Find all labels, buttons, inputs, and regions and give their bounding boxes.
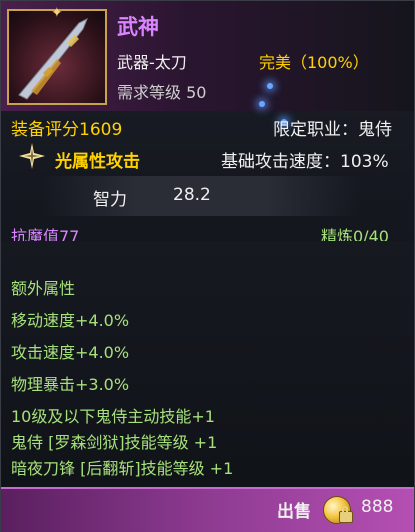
stat-name: 智力: [93, 190, 127, 210]
light-element-icon: [19, 143, 45, 169]
element-attack: 光属性攻击: [55, 152, 140, 172]
extra-attribute: 物理暴击+3.0%: [11, 375, 130, 394]
equip-score: 装备评分1609: [11, 120, 123, 140]
extra-attribute: 鬼侍 [罗森剑狱]技能等级 +1: [11, 433, 218, 452]
item-tooltip: ✦ 武神 武器-太刀 需求等级 50 完美（100%） 装备评分1609 限定职…: [0, 0, 415, 532]
item-name: 武神: [117, 15, 159, 39]
required-level: 需求等级 50: [117, 83, 207, 102]
item-type: 武器-太刀: [117, 53, 187, 72]
stat-value: 28.2: [173, 185, 211, 205]
corner-star-icon: ✦: [51, 5, 63, 21]
extra-attribute: 攻击速度+4.0%: [11, 343, 130, 362]
extra-attribute: 暗夜刀锋 [后翻斩]技能等级 +1: [11, 459, 234, 478]
quality-label: 完美（100%）: [259, 53, 369, 72]
extra-attributes-title: 额外属性: [11, 279, 76, 298]
sell-bar: [1, 487, 414, 532]
glow-particle-icon: [259, 101, 265, 107]
extra-attribute: 移动速度+4.0%: [11, 311, 130, 330]
sell-price: 888: [361, 497, 394, 517]
lock-icon: [339, 506, 353, 523]
sell-label[interactable]: 出售: [277, 497, 311, 522]
glow-particle-icon: [267, 83, 273, 89]
base-attack-speed: 基础攻击速度：103%: [221, 152, 389, 172]
class-limit: 限定职业：鬼侍: [273, 120, 392, 140]
extra-attribute: 10级及以下鬼侍主动技能+1: [11, 407, 215, 426]
katana-icon: [18, 17, 88, 100]
weapon-icon[interactable]: ✦: [7, 5, 107, 105]
